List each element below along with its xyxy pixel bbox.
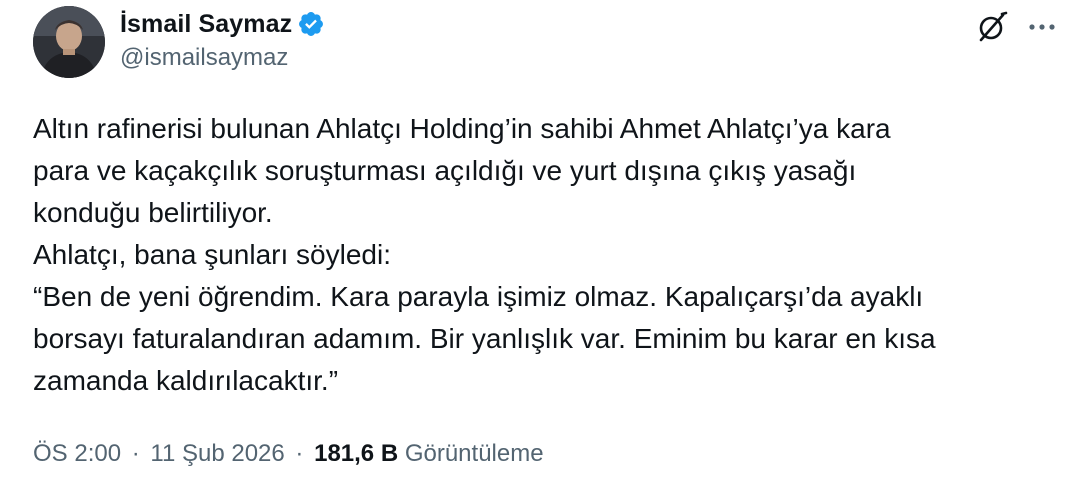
views-count[interactable]: 181,6 B bbox=[314, 440, 398, 467]
author-handle[interactable]: @ismailsaymaz bbox=[120, 44, 288, 72]
tweet-text-line: para ve kaçakçılık soruşturması açıldığı… bbox=[33, 155, 857, 186]
verified-badge-icon[interactable] bbox=[297, 10, 325, 38]
author-name-row: İsmail Saymaz bbox=[120, 6, 325, 42]
avatar[interactable] bbox=[33, 6, 105, 78]
views-label: Görüntüleme bbox=[404, 440, 544, 467]
tweet-text-line: Ahlatçı, bana şunları söyledi: bbox=[33, 239, 391, 270]
tweet-text-line: zamanda kaldırılacaktır.” bbox=[33, 365, 339, 396]
tweet-text-line: Altın rafinerisi bulunan Ahlatçı Holding… bbox=[33, 113, 891, 144]
tweet-text-line: konduğu belirtiliyor. bbox=[33, 197, 273, 228]
tweet-text-line: “Ben de yeni öğrendim. Kara parayla işim… bbox=[33, 281, 924, 312]
tweet-card: İsmail Saymaz @ismailsaymaz Altın rafine… bbox=[0, 0, 1080, 490]
tweet-text: Altın rafinerisi bulunan Ahlatçı Holding… bbox=[33, 108, 1063, 402]
grok-icon[interactable] bbox=[975, 10, 1009, 44]
meta-separator: · bbox=[131, 440, 140, 467]
tweet-meta: ÖS 2:00 · 11 Şub 2026 · 181,6 B Görüntül… bbox=[33, 440, 544, 468]
tweet-text-line: borsayı faturalandıran adamım. Bir yanlı… bbox=[33, 323, 936, 354]
meta-separator: · bbox=[295, 440, 304, 467]
tweet-date[interactable]: 11 Şub 2026 bbox=[150, 440, 284, 467]
author-display-name[interactable]: İsmail Saymaz bbox=[120, 10, 292, 39]
tweet-time[interactable]: ÖS 2:00 bbox=[33, 440, 121, 467]
avatar-photo bbox=[33, 6, 105, 78]
more-options-icon[interactable] bbox=[1024, 10, 1060, 44]
